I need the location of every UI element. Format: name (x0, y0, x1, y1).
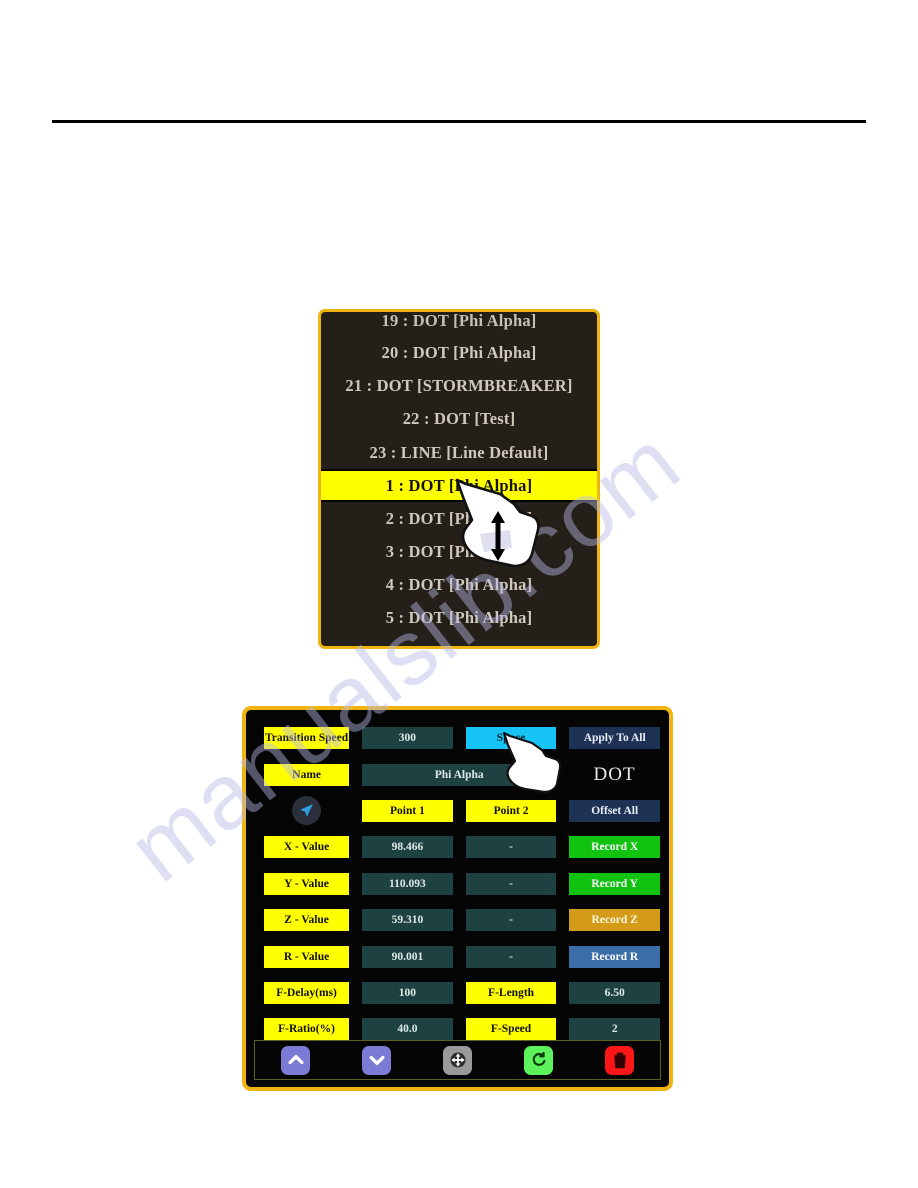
chevron-up-icon[interactable] (281, 1045, 310, 1075)
x-value-row-row: X - Value 98.466- Record X (255, 829, 661, 865)
move-down-button[interactable] (336, 1045, 417, 1075)
z-value-point1[interactable]: 59.310 (362, 909, 453, 932)
point-2-button[interactable]: Point 2 (465, 799, 557, 822)
list-item[interactable]: 23 : LINE [Line Default] (321, 436, 597, 469)
trash-icon[interactable] (605, 1045, 634, 1075)
f-delay-value[interactable]: 100 (362, 981, 453, 1004)
x-value-point2[interactable]: - (465, 836, 557, 859)
x-value-label[interactable]: X - Value (264, 836, 350, 859)
control-toolbar[interactable] (254, 1040, 661, 1080)
z-value-point2[interactable]: - (465, 909, 557, 932)
points-row-row: Point 1 Point 2 Offset All (255, 793, 661, 829)
r-value-row-row: R - Value 90.001- Record R (255, 938, 661, 974)
list-item[interactable]: 5 : DOT [Phi Alpha] (321, 601, 597, 634)
space-button[interactable]: Space (465, 727, 557, 750)
transition-speed-row: Transition Speed 300 Space Apply To All (255, 720, 661, 756)
type-label: DOT (593, 763, 636, 785)
r-value-point2[interactable]: - (465, 945, 557, 968)
list-item[interactable]: 2 : DOT [Phi Alpha] (321, 502, 597, 535)
refresh-button[interactable] (498, 1045, 579, 1075)
f-delay-row-row: F-Delay(ms) 100 F-Length 6.50 (255, 975, 661, 1011)
z-value-row-row: Z - Value 59.310- Record Z (255, 902, 661, 938)
offset-all-button[interactable]: Offset All (569, 799, 661, 822)
f-ratio-label[interactable]: F-Ratio(%) (264, 1018, 350, 1041)
record-z-button[interactable]: Record Z (569, 909, 661, 932)
list-item[interactable]: 22 : DOT [Test] (321, 402, 597, 435)
transition-speed-label[interactable]: Transition Speed (264, 727, 350, 750)
list-item[interactable]: 3 : DOT [Phi Alpha] (321, 535, 597, 568)
list-item[interactable]: 21 : DOT [STORMBREAKER] (321, 369, 597, 402)
move-up-button[interactable] (255, 1045, 336, 1075)
point-control-panel[interactable]: Transition Speed 300 Space Apply To All Name… (242, 706, 673, 1091)
f-length-value[interactable]: 6.50 (569, 981, 661, 1004)
r-value-label[interactable]: R - Value (264, 945, 350, 968)
f-ratio-value[interactable]: 40.0 (362, 1018, 453, 1041)
refresh-icon[interactable] (524, 1045, 553, 1075)
move-arrows-icon[interactable] (443, 1045, 472, 1075)
record-r-button[interactable]: Record R (569, 945, 661, 968)
y-value-row-row: Y - Value 110.093- Record Y (255, 866, 661, 902)
f-speed-value[interactable]: 2 (569, 1018, 661, 1041)
name-row-row: Name Phi Alpha DOT (255, 756, 660, 792)
list-item[interactable]: 20 : DOT [Phi Alpha] (321, 336, 597, 369)
name-label[interactable]: Name (264, 763, 350, 786)
point-list-panel[interactable]: 19 : DOT [Phi Alpha] 20 : DOT [Phi Alpha]… (318, 309, 600, 649)
header-rule (52, 120, 866, 123)
x-value-point1[interactable]: 98.466 (362, 836, 453, 859)
record-x-button[interactable]: Record X (569, 836, 661, 859)
f-speed-label[interactable]: F-Speed (465, 1018, 557, 1041)
y-value-point1[interactable]: 110.093 (362, 872, 453, 895)
list-item[interactable]: 4 : DOT [Phi Alpha] (321, 568, 597, 601)
list-item[interactable]: 19 : DOT [Phi Alpha] (321, 312, 597, 336)
point-1-button[interactable]: Point 1 (362, 799, 453, 822)
chevron-down-icon[interactable] (362, 1045, 391, 1075)
delete-button[interactable] (579, 1045, 660, 1075)
navigate-icon[interactable] (292, 796, 322, 826)
move-button[interactable] (417, 1045, 498, 1075)
list-item-selected[interactable]: 1 : DOT [Phi Alpha] (321, 468, 597, 502)
control-rows: Transition Speed 300 Space Apply To All Name… (255, 720, 661, 1048)
z-value-label[interactable]: Z - Value (264, 909, 350, 932)
transition-speed-value[interactable]: 300 (362, 727, 453, 750)
y-value-point2[interactable]: - (465, 872, 557, 895)
record-y-button[interactable]: Record Y (569, 872, 661, 895)
r-value-point1[interactable]: 90.001 (362, 945, 453, 968)
name-value[interactable]: Phi Alpha (362, 763, 557, 786)
apply-to-all-button[interactable]: Apply To All (569, 727, 661, 750)
f-length-label[interactable]: F-Length (465, 981, 557, 1004)
f-delay-label[interactable]: F-Delay(ms) (264, 981, 350, 1004)
jog-navigate-icon[interactable] (264, 796, 349, 826)
y-value-label[interactable]: Y - Value (264, 872, 350, 895)
